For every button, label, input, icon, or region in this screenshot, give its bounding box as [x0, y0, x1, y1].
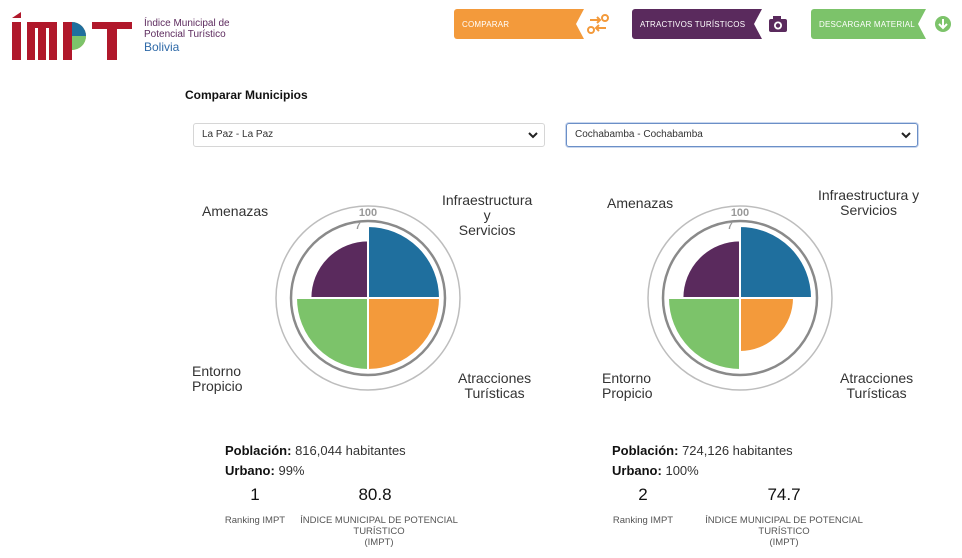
urbano-label: Urbano: — [225, 463, 275, 478]
urbano-row: Urbano: 99% — [225, 461, 406, 481]
label-amenazas: Amenazas — [202, 203, 269, 219]
descargar-button-label: Descargar Material — [819, 19, 915, 29]
urbano-value: 100% — [665, 463, 699, 478]
logo-line-2: Potencial Turístico — [144, 29, 226, 40]
ranking-value: 1 — [250, 485, 260, 504]
label-atracciones-line2: Turísticas — [846, 385, 907, 401]
municipio-select-left-value: La Paz - La Paz — [202, 129, 274, 140]
section-title: Comparar Municipios — [185, 88, 308, 102]
logo-line-1: Índice Municipal de — [144, 18, 230, 29]
chevron-down-icon — [901, 132, 911, 139]
label-entorno-line1: Entorno — [192, 363, 242, 379]
poblacion-value: 724,126 habitantes — [682, 443, 793, 458]
atractivos-button[interactable]: Atractivos Turísticos — [632, 9, 798, 39]
logo-text: Índice Municipal de Potencial Turístico … — [144, 18, 230, 54]
ring-label-7: 7 — [727, 221, 733, 232]
header: Índice Municipal de Potencial Turístico … — [0, 0, 962, 70]
label-infraestructura-line1: Infraestructura y — [442, 192, 533, 223]
poblacion-label: Población: — [612, 443, 679, 458]
camera-icon — [754, 9, 798, 39]
polar-chart-right: 100 7 Amenazas Infraestructura y Servicio… — [600, 188, 930, 418]
indice-caption-line2: TURÍSTICO — [758, 526, 810, 537]
indice-caption: ÍNDICE MUNICIPAL DE POTENCIAL TURÍSTICO … — [689, 515, 879, 548]
municipio-select-right[interactable]: Cochabamba - Cochabamba — [566, 123, 918, 147]
impt-logo[interactable]: Índice Municipal de Potencial Turístico … — [8, 10, 230, 62]
poblacion-row: Población: 724,126 habitantes — [612, 441, 793, 461]
indice-caption-line1: ÍNDICE MUNICIPAL DE POTENCIAL — [705, 515, 863, 526]
polar-chart-left: 100 7 Amenazas Infraestructura y Servicio… — [190, 188, 532, 418]
wedge-atracciones — [739, 297, 796, 354]
label-infraestructura: Infraestructura y Servicios — [442, 193, 532, 238]
municipio-select-right-value: Cochabamba - Cochabamba — [575, 129, 703, 140]
descargar-button[interactable]: Descargar Material — [811, 9, 962, 39]
wedge-atracciones — [367, 297, 442, 372]
indice-caption-line1: ÍNDICE MUNICIPAL DE POTENCIAL — [300, 515, 458, 526]
urbano-row: Urbano: 100% — [612, 461, 793, 481]
label-atracciones-line1: Atracciones — [458, 370, 532, 386]
urbano-value: 99% — [278, 463, 305, 478]
label-atracciones: Atracciones Turísticas — [840, 371, 913, 401]
comparar-button-label: Comparar — [462, 19, 510, 29]
comparar-button[interactable]: Comparar — [454, 9, 620, 39]
indice-value: 80.8 — [358, 485, 392, 504]
wedge-entorno — [294, 297, 369, 372]
indice-value: 74.7 — [767, 485, 801, 504]
wedge-infraestructura — [367, 224, 442, 299]
indice-caption: ÍNDICE MUNICIPAL DE POTENCIAL TURÍSTICO … — [284, 515, 474, 548]
logo-line-3: Bolivia — [144, 40, 180, 54]
download-icon — [918, 9, 962, 39]
poblacion-label: Población: — [225, 443, 292, 458]
ring-label-7: 7 — [355, 221, 361, 232]
poblacion-row: Población: 816,044 habitantes — [225, 441, 406, 461]
ring-label-100: 100 — [731, 207, 749, 219]
label-infraestructura-line1: Infraestructura y — [818, 187, 920, 203]
label-infraestructura-line2: Servicios — [840, 202, 897, 218]
label-entorno-line1: Entorno — [602, 370, 652, 386]
impt-logo-mark — [8, 10, 136, 62]
label-atracciones: Atracciones Turísticas — [458, 371, 531, 401]
label-infraestructura: Infraestructura y Servicios — [818, 188, 919, 218]
label-amenazas: Amenazas — [607, 195, 674, 211]
poblacion-value: 816,044 habitantes — [295, 443, 406, 458]
wedge-entorno — [666, 297, 741, 372]
wedge-amenazas — [309, 239, 369, 299]
ranking-value: 2 — [638, 485, 648, 504]
stats-left: Población: 816,044 habitantes Urbano: 99… — [225, 441, 406, 481]
indice-caption-line2: TURÍSTICO — [353, 526, 405, 537]
indice-caption-line3: (IMPT) — [364, 537, 394, 548]
label-entorno-line2: Propicio — [192, 378, 243, 394]
urbano-label: Urbano: — [612, 463, 662, 478]
label-atracciones-line2: Turísticas — [464, 385, 525, 401]
label-entorno: Entorno Propicio — [192, 364, 243, 394]
ring-label-100: 100 — [359, 207, 377, 219]
indice-caption-line3: (IMPT) — [769, 537, 799, 548]
atractivos-button-label: Atractivos Turísticos — [640, 19, 746, 29]
compare-arrows-icon — [576, 9, 620, 39]
municipio-select-left[interactable]: La Paz - La Paz — [193, 123, 545, 147]
label-infraestructura-line2: Servicios — [458, 222, 516, 238]
ranking-caption: Ranking IMPT — [612, 515, 674, 526]
chevron-down-icon — [528, 132, 538, 139]
label-atracciones-line1: Atracciones — [840, 370, 914, 386]
wedge-amenazas — [681, 239, 741, 299]
wedge-infraestructura — [739, 224, 814, 299]
label-entorno-line2: Propicio — [602, 385, 653, 401]
stats-right: Población: 724,126 habitantes Urbano: 10… — [612, 441, 793, 481]
label-entorno: Entorno Propicio — [602, 371, 653, 401]
